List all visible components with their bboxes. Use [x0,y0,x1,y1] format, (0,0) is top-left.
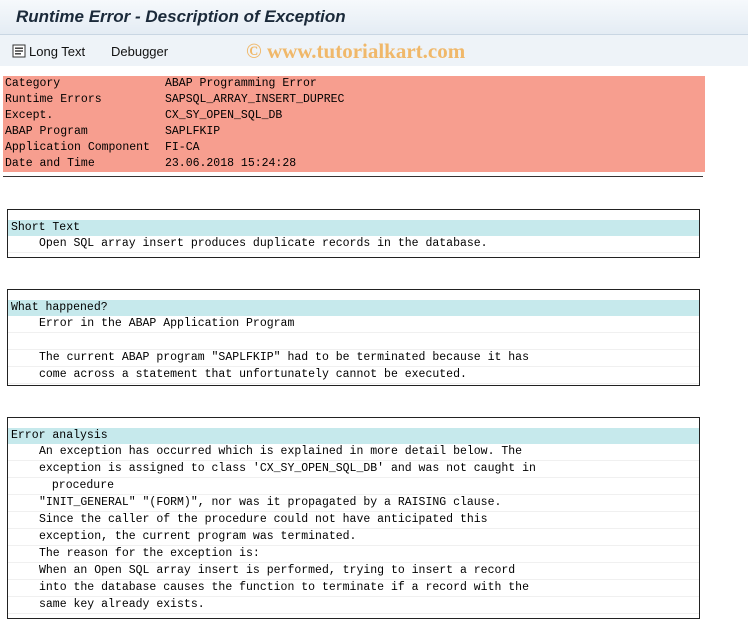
short-text-section: Short Text Open SQL array insert produce… [7,209,700,258]
debugger-label: Debugger [111,43,169,59]
long-text-button[interactable]: Long Text [12,42,85,60]
header-row-application-component: Application Component FI-CA [3,140,705,156]
section-line: The current ABAP program "SAPLFKIP" had … [8,350,699,367]
header-label: Runtime Errors [5,93,102,106]
header-label: Date and Time [5,157,95,170]
section-line: The reason for the exception is: [8,546,699,563]
section-line: When an Open SQL array insert is perform… [8,563,699,580]
header-value: ABAP Programming Error [165,77,317,90]
section-line: exception is assigned to class 'CX_SY_OP… [8,461,699,478]
header-row-category: Category ABAP Programming Error [3,76,705,92]
section-line: same key already exists. [8,597,699,614]
application-toolbar: Long Text Debugger © www.tutorialkart.co… [0,35,748,66]
header-label: Except. [5,109,54,122]
header-separator [3,176,703,177]
section-line: Error in the ABAP Application Program [8,316,699,333]
error-header-table: Category ABAP Programming Error Runtime … [3,76,705,172]
header-label: Application Component [5,141,150,154]
section-line: Open SQL array insert produces duplicate… [8,236,699,253]
header-label: Category [5,77,61,90]
section-line: "INIT_GENERAL" "(FORM)", nor was it prop… [8,495,699,512]
header-row-abap-program: ABAP Program SAPLFKIP [3,124,705,140]
header-value: CX_SY_OPEN_SQL_DB [165,109,283,122]
section-line: come across a statement that unfortunate… [8,367,699,384]
long-text-icon [12,44,26,58]
header-value: 23.06.2018 15:24:28 [165,157,297,170]
header-row-exception: Except. CX_SY_OPEN_SQL_DB [3,108,705,124]
header-row-runtime-errors: Runtime Errors SAPSQL_ARRAY_INSERT_DUPRE… [3,92,705,108]
section-line: into the database causes the function to… [8,580,699,597]
error-analysis-section: Error analysis An exception has occurred… [7,417,700,619]
watermark: © www.tutorialkart.com [246,39,466,63]
long-text-label: Long Text [29,43,86,59]
header-value: SAPSQL_ARRAY_INSERT_DUPREC [165,93,345,106]
title-bar: Runtime Error - Description of Exception [0,0,748,35]
section-heading: Error analysis [8,428,699,444]
header-row-date-time: Date and Time 23.06.2018 15:24:28 [3,156,705,172]
header-value: FI-CA [165,141,200,154]
section-heading: Short Text [8,220,699,236]
error-content-area[interactable]: Category ABAP Programming Error Runtime … [0,66,748,619]
what-happened-section: What happened? Error in the ABAP Applica… [7,289,700,386]
section-heading: What happened? [8,300,699,316]
section-line: An exception has occurred which is expla… [8,444,699,461]
section-line [8,333,699,350]
header-label: ABAP Program [5,125,88,138]
section-line: Since the caller of the procedure could … [8,512,699,529]
header-value: SAPLFKIP [165,125,221,138]
section-line: procedure [8,478,699,495]
debugger-button[interactable]: Debugger [111,42,168,60]
window-title: Runtime Error - Description of Exception [16,7,346,26]
section-line: exception, the current program was termi… [8,529,699,546]
